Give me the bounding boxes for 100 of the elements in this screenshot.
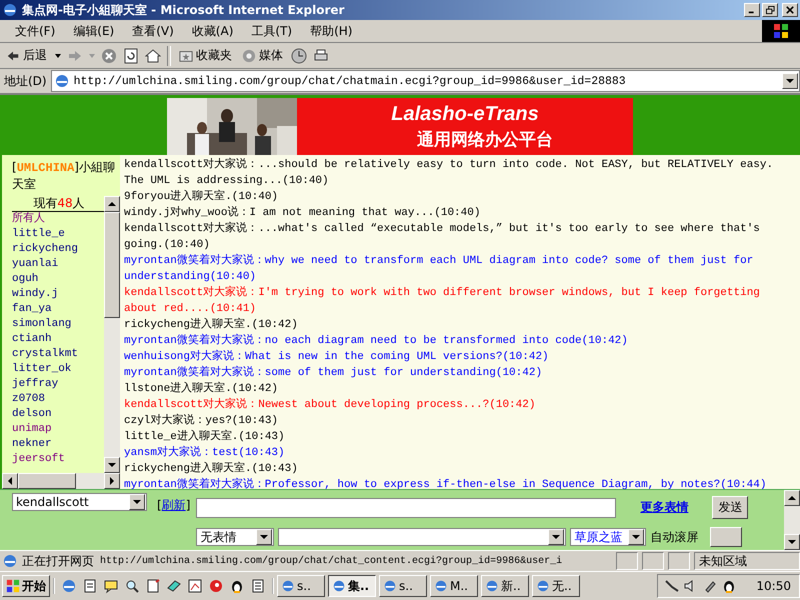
user-name[interactable]: jeffray [12,377,104,392]
bracket-text: [ [157,498,162,512]
user-name[interactable]: simonlang [12,317,104,332]
chart-icon[interactable] [187,578,203,594]
chat-message: czyl对大家说：yes?(10:43) [124,413,280,429]
chat-message: myrontan微笑着对大家说：Professor, how to express if-then-else in Sequence Diagram, by notes?(10:44) [124,477,768,489]
user-name[interactable]: windy.j [12,287,104,302]
action-select[interactable] [278,528,566,546]
history-icon[interactable] [291,48,307,64]
stop-icon[interactable] [101,48,117,64]
user-name[interactable]: delson [12,407,104,422]
scrollbar[interactable] [2,473,120,489]
page-icon [2,553,18,569]
notepad-icon[interactable] [250,578,266,594]
user-name[interactable]: nekner [12,437,104,452]
browser-icon[interactable] [61,578,77,594]
speaker-select[interactable]: kendallscott [12,493,147,511]
address-field[interactable]: http://umlchina.smiling.com/group/chat/chatmain.ecgi?group_id=9986&user_id=28883 [50,70,800,92]
chat-message: llstone进入聊天室.(10:42) [124,381,280,397]
user-name[interactable]: rickycheng [12,242,104,257]
media-button[interactable]: 媒体 [240,47,285,64]
chat-message: rickycheng进入聊天室.(10:43) [124,461,299,477]
caret-icon [552,535,560,539]
taskbar-button[interactable]: s.. [379,575,427,597]
banner-brand: Lalasho-eTrans [391,102,539,126]
clear-button[interactable] [710,527,742,547]
chat-message: myrontan微笑着对大家说：why we need to transform each UML diagram into code? some of them just for understanding(10:40) [124,253,754,285]
chat-message: kendallscott对大家说：...should be relatively easy to turn into code. Not EASY, but RELATIVELY easy. The UML is addressing...(10:40) [124,157,774,189]
caret-icon [133,500,141,504]
taskbar-button[interactable]: 集.. [328,575,376,597]
windows-logo-icon [762,20,800,42]
taskbar-button[interactable]: 新.. [481,575,529,597]
chat-message: 9foryou进入聊天室.(10:40) [124,189,280,205]
browser-icon [485,579,499,593]
taskbar-button[interactable]: M.. [430,575,478,597]
emote-select[interactable]: 无表情 [196,528,274,546]
status-pane [642,552,664,570]
chat-message: myrontan微笑着对大家说：no each diagram need to be transformed into code(10:42) [124,333,629,349]
restore-button[interactable] [762,3,778,17]
menu-item[interactable]: 文件(F) [6,22,64,40]
refresh-icon[interactable] [123,48,139,64]
user-name[interactable]: little_e [12,227,104,242]
star-folder-icon [179,48,193,62]
address-label: 地址(D) [4,72,47,90]
menu-item[interactable]: 查看(V) [123,22,183,40]
home-icon[interactable] [145,48,161,64]
chat-message: kendallscott对大家说：...what's called “executable models,” but it's too early to see where that's going.(10:40) [124,221,761,253]
user-name[interactable]: z0708 [12,392,104,407]
close-button[interactable] [782,3,798,17]
dropdown-button[interactable] [782,73,798,89]
room-title: [UMLCHINA]小組聊天室 [11,159,116,193]
user-name[interactable]: litter_ok [12,362,104,377]
more-emotes-link[interactable]: 更多表情 [640,499,688,516]
browser-icon [281,579,295,593]
user-name[interactable]: jeersoft [12,452,104,467]
caret-icon [786,79,794,83]
menu-item[interactable]: 收藏(A) [182,22,242,40]
disc-icon [242,48,256,62]
menu-item[interactable]: 帮助(H) [301,22,362,40]
message-input[interactable] [196,498,616,518]
menu-item[interactable]: 编辑(E) [64,22,124,40]
left-arrow-icon[interactable] [8,477,12,485]
clock: 10:50 [756,579,791,593]
document-icon[interactable] [145,578,161,594]
up-arrow-icon[interactable] [788,496,796,500]
back-button[interactable]: 后退 [4,47,49,64]
scrollbar[interactable] [784,490,800,550]
favorites-button[interactable]: 收藏夹 [177,47,234,64]
taskbar-button[interactable]: 无.. [532,575,580,597]
scrollbar[interactable] [104,196,120,473]
user-name[interactable]: unimap [12,422,104,437]
user-name[interactable]: oguh [12,272,104,287]
right-arrow-icon[interactable] [110,477,114,485]
minimize-button[interactable] [744,3,760,17]
search-icon[interactable] [124,578,140,594]
down-arrow-icon[interactable] [108,463,116,467]
penguin-icon[interactable] [229,578,245,594]
down-arrow-icon[interactable] [788,540,796,544]
user-name[interactable]: fan_ya [12,302,104,317]
notepad-icon[interactable] [82,578,98,594]
caret-icon[interactable] [55,54,61,58]
refresh-link[interactable]: 刷新 [162,498,186,512]
chat-message: little_e进入聊天室.(10:43) [124,429,286,445]
theme-select[interactable]: 草原之蓝 [570,528,646,546]
browser-icon [383,579,397,593]
user-name[interactable]: ctianh [12,332,104,347]
user-name[interactable]: crystalkmt [12,347,104,362]
chat-icon[interactable] [103,578,119,594]
send-button[interactable]: 发送 [712,496,748,519]
chat-message: wenhuisong对大家说：What is new in the coming UML versions?(10:42) [124,349,550,365]
security-zone: 未知区域 [694,552,800,570]
menu-item[interactable]: 工具(T) [242,22,302,40]
start-button[interactable]: 开始 [2,575,50,597]
up-arrow-icon[interactable] [108,202,116,206]
chat-message: kendallscott对大家说：Newest about developing process...?(10:42) [124,397,536,413]
user-name[interactable]: yuanlai [12,257,104,272]
bracket-text: ] [186,498,190,512]
printer-icon[interactable] [313,48,329,64]
user-name[interactable]: 所有人 [12,212,104,227]
taskbar-button[interactable]: s.. [277,575,325,597]
